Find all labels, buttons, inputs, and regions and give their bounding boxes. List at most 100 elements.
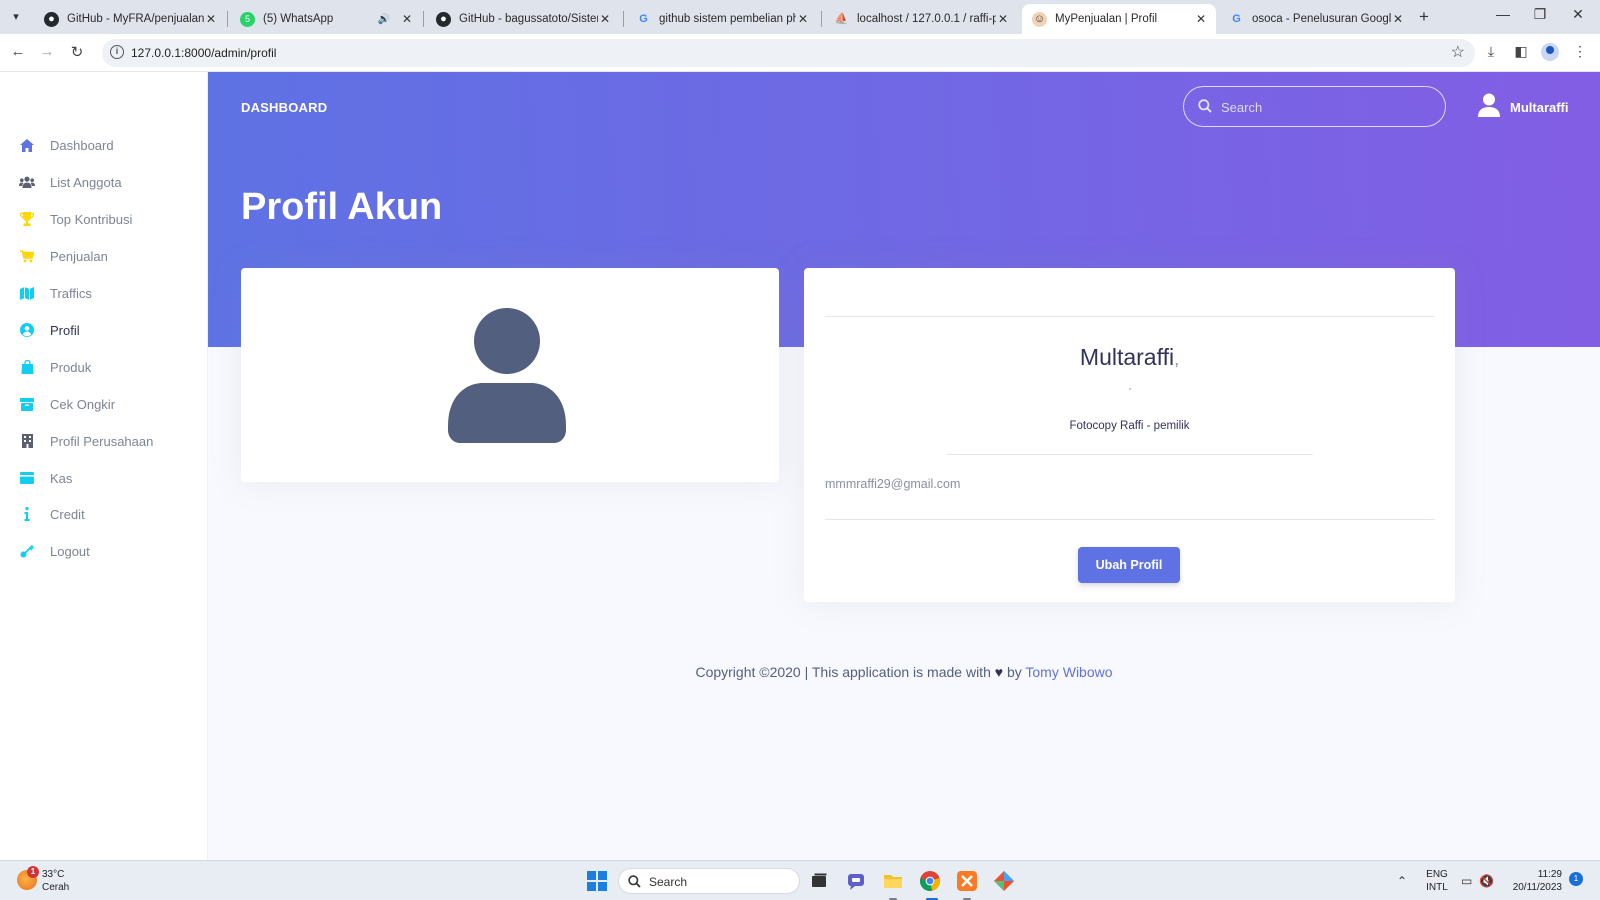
sidebar-item-kas[interactable]: Kas	[0, 461, 208, 495]
tab-title: MyPenjualan | Profil	[1055, 13, 1158, 25]
sidebar-item-cek-ongkir[interactable]: Cek Ongkir	[0, 387, 208, 421]
user-circle-icon	[19, 322, 35, 338]
weather-description[interactable]: Cerah	[42, 882, 69, 893]
sidebar-item-label: Profil Perusahaan	[50, 433, 154, 449]
tab-title: GitHub - bagussatoto/Sistem-P	[459, 13, 598, 25]
tab-close-icon[interactable]: ✕	[1391, 12, 1405, 26]
tray-chevron-up-icon[interactable]: ⌃	[1397, 874, 1407, 888]
shopping-bag-icon	[19, 359, 35, 375]
author-link[interactable]: Tomy Wibowo	[1025, 664, 1112, 680]
divider	[825, 519, 1435, 520]
tab-close-icon[interactable]: ✕	[400, 12, 414, 26]
divider	[825, 316, 1435, 317]
edit-profile-button[interactable]: Ubah Profil	[1078, 547, 1180, 583]
sidebar-item-list-anggota[interactable]: List Anggota	[0, 165, 208, 199]
back-arrow-icon[interactable]: ←	[8, 43, 28, 60]
file-explorer-icon[interactable]	[882, 870, 904, 892]
browser-tab[interactable]: 5 (5) WhatsApp 🔊 ✕	[230, 4, 422, 34]
tab-close-icon[interactable]: ✕	[796, 12, 810, 26]
browser-tab[interactable]: ● GitHub - bagussatoto/Sistem-P ✕	[426, 4, 620, 34]
tab-separator	[821, 11, 822, 27]
side-panel-icon[interactable]: ◧	[1511, 43, 1531, 60]
sidebar-item-label: Dashboard	[50, 137, 114, 153]
tab-close-icon[interactable]: ✕	[1194, 12, 1208, 26]
user-menu[interactable]: Multaraffi	[1478, 93, 1569, 122]
sidebar-item-penjualan[interactable]: Penjualan	[0, 239, 208, 273]
sidebar-item-produk[interactable]: Produk	[0, 350, 208, 384]
sidebar-item-logout[interactable]: Logout	[0, 534, 208, 568]
download-icon[interactable]: ⤓	[1481, 43, 1501, 60]
tab-search-chevron-icon[interactable]: ▾	[6, 7, 26, 27]
clock-time[interactable]: 11:29	[1506, 869, 1562, 880]
wallet-icon	[19, 470, 35, 486]
weather-badge: 1	[27, 866, 39, 878]
tab-close-icon[interactable]: ✕	[204, 12, 218, 26]
whatsapp-icon: 5	[240, 11, 255, 27]
tab-close-icon[interactable]: ✕	[598, 12, 612, 26]
search-icon	[628, 875, 641, 893]
browser-tab[interactable]: ● GitHub - MyFRA/penjualan-lara ✕	[34, 4, 226, 34]
chrome-icon[interactable]	[919, 870, 941, 892]
cart-icon	[19, 248, 35, 264]
user-avatar-icon	[1478, 93, 1500, 122]
browser-tab[interactable]: G osoca - Penelusuran Google ✕	[1219, 4, 1413, 34]
reload-icon[interactable]: ↻	[67, 43, 87, 61]
taskbar-search-input[interactable]: Search	[618, 868, 800, 894]
sidebar-item-label: Traffics	[50, 285, 92, 301]
forward-arrow-icon[interactable]: →	[37, 43, 57, 60]
browser-menu-icon[interactable]: ⋮	[1570, 43, 1590, 60]
browser-tab[interactable]: ⛵ localhost / 127.0.0.1 / raffi-pen ✕	[824, 4, 1018, 34]
teams-chat-icon[interactable]	[845, 870, 867, 892]
clock-date[interactable]: 20/11/2023	[1506, 882, 1562, 893]
separator-dot	[1129, 388, 1131, 390]
sidebar-item-label: Penjualan	[50, 248, 108, 264]
sidebar-item-label: Produk	[50, 359, 92, 375]
windows-start-icon[interactable]	[587, 871, 607, 891]
restore-icon[interactable]: ❐	[1530, 6, 1550, 23]
sidebar-item-profil-perusahaan[interactable]: Profil Perusahaan	[0, 424, 208, 458]
profile-name-suffix: ,	[1174, 349, 1180, 369]
sidebar-item-credit[interactable]: Credit	[0, 497, 208, 531]
navbar-brand[interactable]: DASHBOARD	[241, 100, 327, 115]
notification-badge[interactable]: 1	[1569, 872, 1583, 886]
speaker-icon[interactable]: 🔊	[378, 14, 390, 25]
browser-tab[interactable]: G github sistem pembelian phpm ✕	[626, 4, 818, 34]
profile-job: Fotocopy Raffi - pemilik	[1069, 420, 1190, 432]
browser-profile-icon[interactable]	[1541, 43, 1559, 61]
address-bar[interactable]: i 127.0.0.1:8000/admin/profil ☆	[102, 39, 1475, 67]
box-icon	[19, 396, 35, 412]
weather-temperature[interactable]: 33°C	[42, 869, 64, 880]
sidebar: Dashboard List Anggota Top Kontribusi Pe…	[0, 72, 208, 860]
network-icon[interactable]: ▭	[1461, 874, 1472, 888]
xampp-icon[interactable]	[956, 870, 978, 892]
task-view-icon[interactable]	[808, 870, 830, 892]
site-info-icon[interactable]: i	[110, 45, 124, 59]
language-secondary[interactable]: INTL	[1424, 882, 1450, 893]
sidebar-item-label: Top Kontribusi	[50, 211, 133, 227]
footer-by: by	[1006, 664, 1022, 680]
trophy-icon	[19, 211, 35, 227]
git-app-icon[interactable]	[993, 870, 1015, 892]
sidebar-item-top-kontribusi[interactable]: Top Kontribusi	[0, 202, 208, 236]
tab-title: localhost / 127.0.0.1 / raffi-pen	[857, 13, 996, 25]
sidebar-item-dashboard[interactable]: Dashboard	[0, 128, 208, 162]
tab-title: GitHub - MyFRA/penjualan-lara	[67, 13, 204, 25]
volume-muted-icon[interactable]: 🔇	[1479, 874, 1494, 888]
home-icon	[19, 137, 35, 153]
minimize-icon[interactable]: —	[1493, 6, 1513, 22]
language-primary[interactable]: ENG	[1424, 869, 1450, 880]
tab-title: github sistem pembelian phpm	[659, 13, 796, 25]
browser-tab-active[interactable]: ☺ MyPenjualan | Profil ✕	[1022, 4, 1216, 34]
browser-toolbar: ← → ↻ i 127.0.0.1:8000/admin/profil ☆ ⤓ …	[0, 34, 1600, 72]
search-input[interactable]: Search	[1183, 86, 1446, 127]
tab-close-icon[interactable]: ✕	[996, 12, 1010, 26]
bookmark-star-icon[interactable]: ☆	[1451, 42, 1465, 62]
sidebar-item-profil[interactable]: Profil	[0, 313, 208, 347]
tab-separator	[227, 11, 228, 27]
profile-name-text: Multaraffi	[1079, 344, 1175, 370]
url-text[interactable]: 127.0.0.1:8000/admin/profil	[131, 46, 276, 60]
new-tab-plus-icon[interactable]: +	[1419, 7, 1429, 27]
window-close-icon[interactable]: ✕	[1568, 6, 1588, 23]
sidebar-item-traffics[interactable]: Traffics	[0, 276, 208, 310]
google-icon: G	[1232, 12, 1241, 25]
